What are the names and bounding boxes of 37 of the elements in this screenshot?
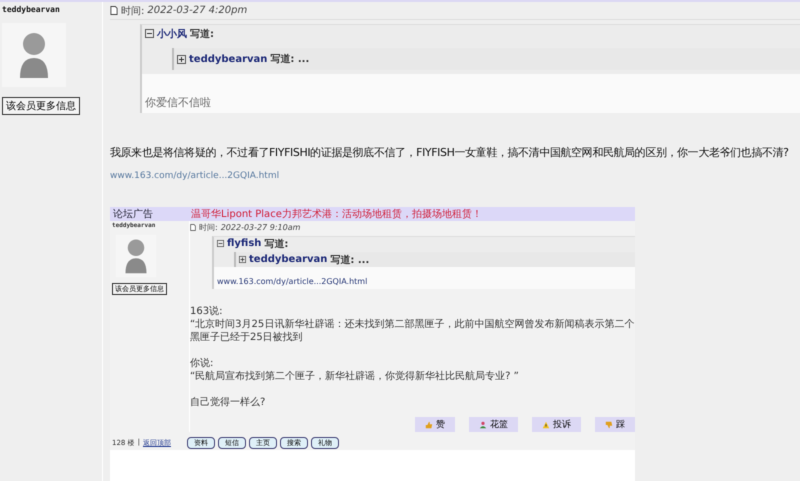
- ad-label: 论坛广告: [112, 208, 154, 221]
- quote-label: 写道:: [190, 28, 214, 40]
- quote-text: www.163.com/dy/article...2GQIA.html: [217, 277, 368, 286]
- thumbs-up-icon: [425, 420, 433, 428]
- ad-text[interactable]: 温哥华Lipont Place力邦艺术港：活动场地租赁，拍摄场地租赁！: [191, 207, 482, 221]
- collapse-icon[interactable]: [145, 29, 154, 38]
- post-time: 2022-03-27 9:10am: [220, 223, 300, 232]
- collapse-icon[interactable]: [217, 240, 224, 247]
- warning-icon: [542, 420, 550, 428]
- quote-text: 你爱信不信啦: [145, 95, 211, 110]
- time-label: 时间:: [121, 4, 144, 18]
- quote-author[interactable]: teddybearvan: [249, 254, 328, 265]
- post-text: 你说:: [190, 357, 214, 370]
- profile-button[interactable]: 该会员更多信息: [2, 97, 80, 115]
- expand-icon[interactable]: [177, 54, 186, 64]
- post-text: “民航局宣布找到第二个匣子，新华社辟谣，你觉得新华社比民航局专业? ”: [190, 370, 520, 383]
- post-text: 我原来也是将信将疑的，不过看了FIYFISHI的证据是彻底不信了，FIYFISH一女童鞋，搞不清中国航空网和民航局的区别，你一大老爷们也搞不清?: [110, 146, 790, 160]
- expand-icon[interactable]: [239, 256, 246, 263]
- post-text: 自己觉得一样么?: [190, 396, 266, 409]
- vote-button[interactable]: 赞: [415, 417, 455, 432]
- quote-author[interactable]: 小小风: [157, 26, 187, 40]
- article-link[interactable]: www.163.com/dy/article...2GQIA.html: [110, 171, 280, 181]
- post-text: “北京时间3月25日讯新华社辟谣：还未找到第二部黑匣子，此前中国航空网曾发布新闻稿表示第二个黑匣子已经于25日被找到: [190, 318, 635, 344]
- vote-button[interactable]: 投诉: [532, 417, 581, 432]
- quote-label: 写道: ...: [330, 254, 370, 266]
- vote-button[interactable]: 踩: [595, 417, 635, 432]
- post-text: 163说:: [190, 305, 224, 318]
- post-time: 2022-03-27 4:20pm: [147, 5, 248, 16]
- username[interactable]: teddybearvan: [2, 5, 60, 14]
- quote-label: 写道:: [264, 238, 288, 250]
- vote-button[interactable]: 花篮: [469, 417, 518, 432]
- quote-author[interactable]: flyfish: [227, 238, 262, 249]
- quote-author[interactable]: teddybearvan: [189, 54, 268, 64]
- quote-label: 写道: ...: [270, 52, 310, 66]
- page-icon: [110, 6, 118, 15]
- thumbs-down-icon: [605, 420, 613, 428]
- time-label: 时间:: [199, 222, 218, 233]
